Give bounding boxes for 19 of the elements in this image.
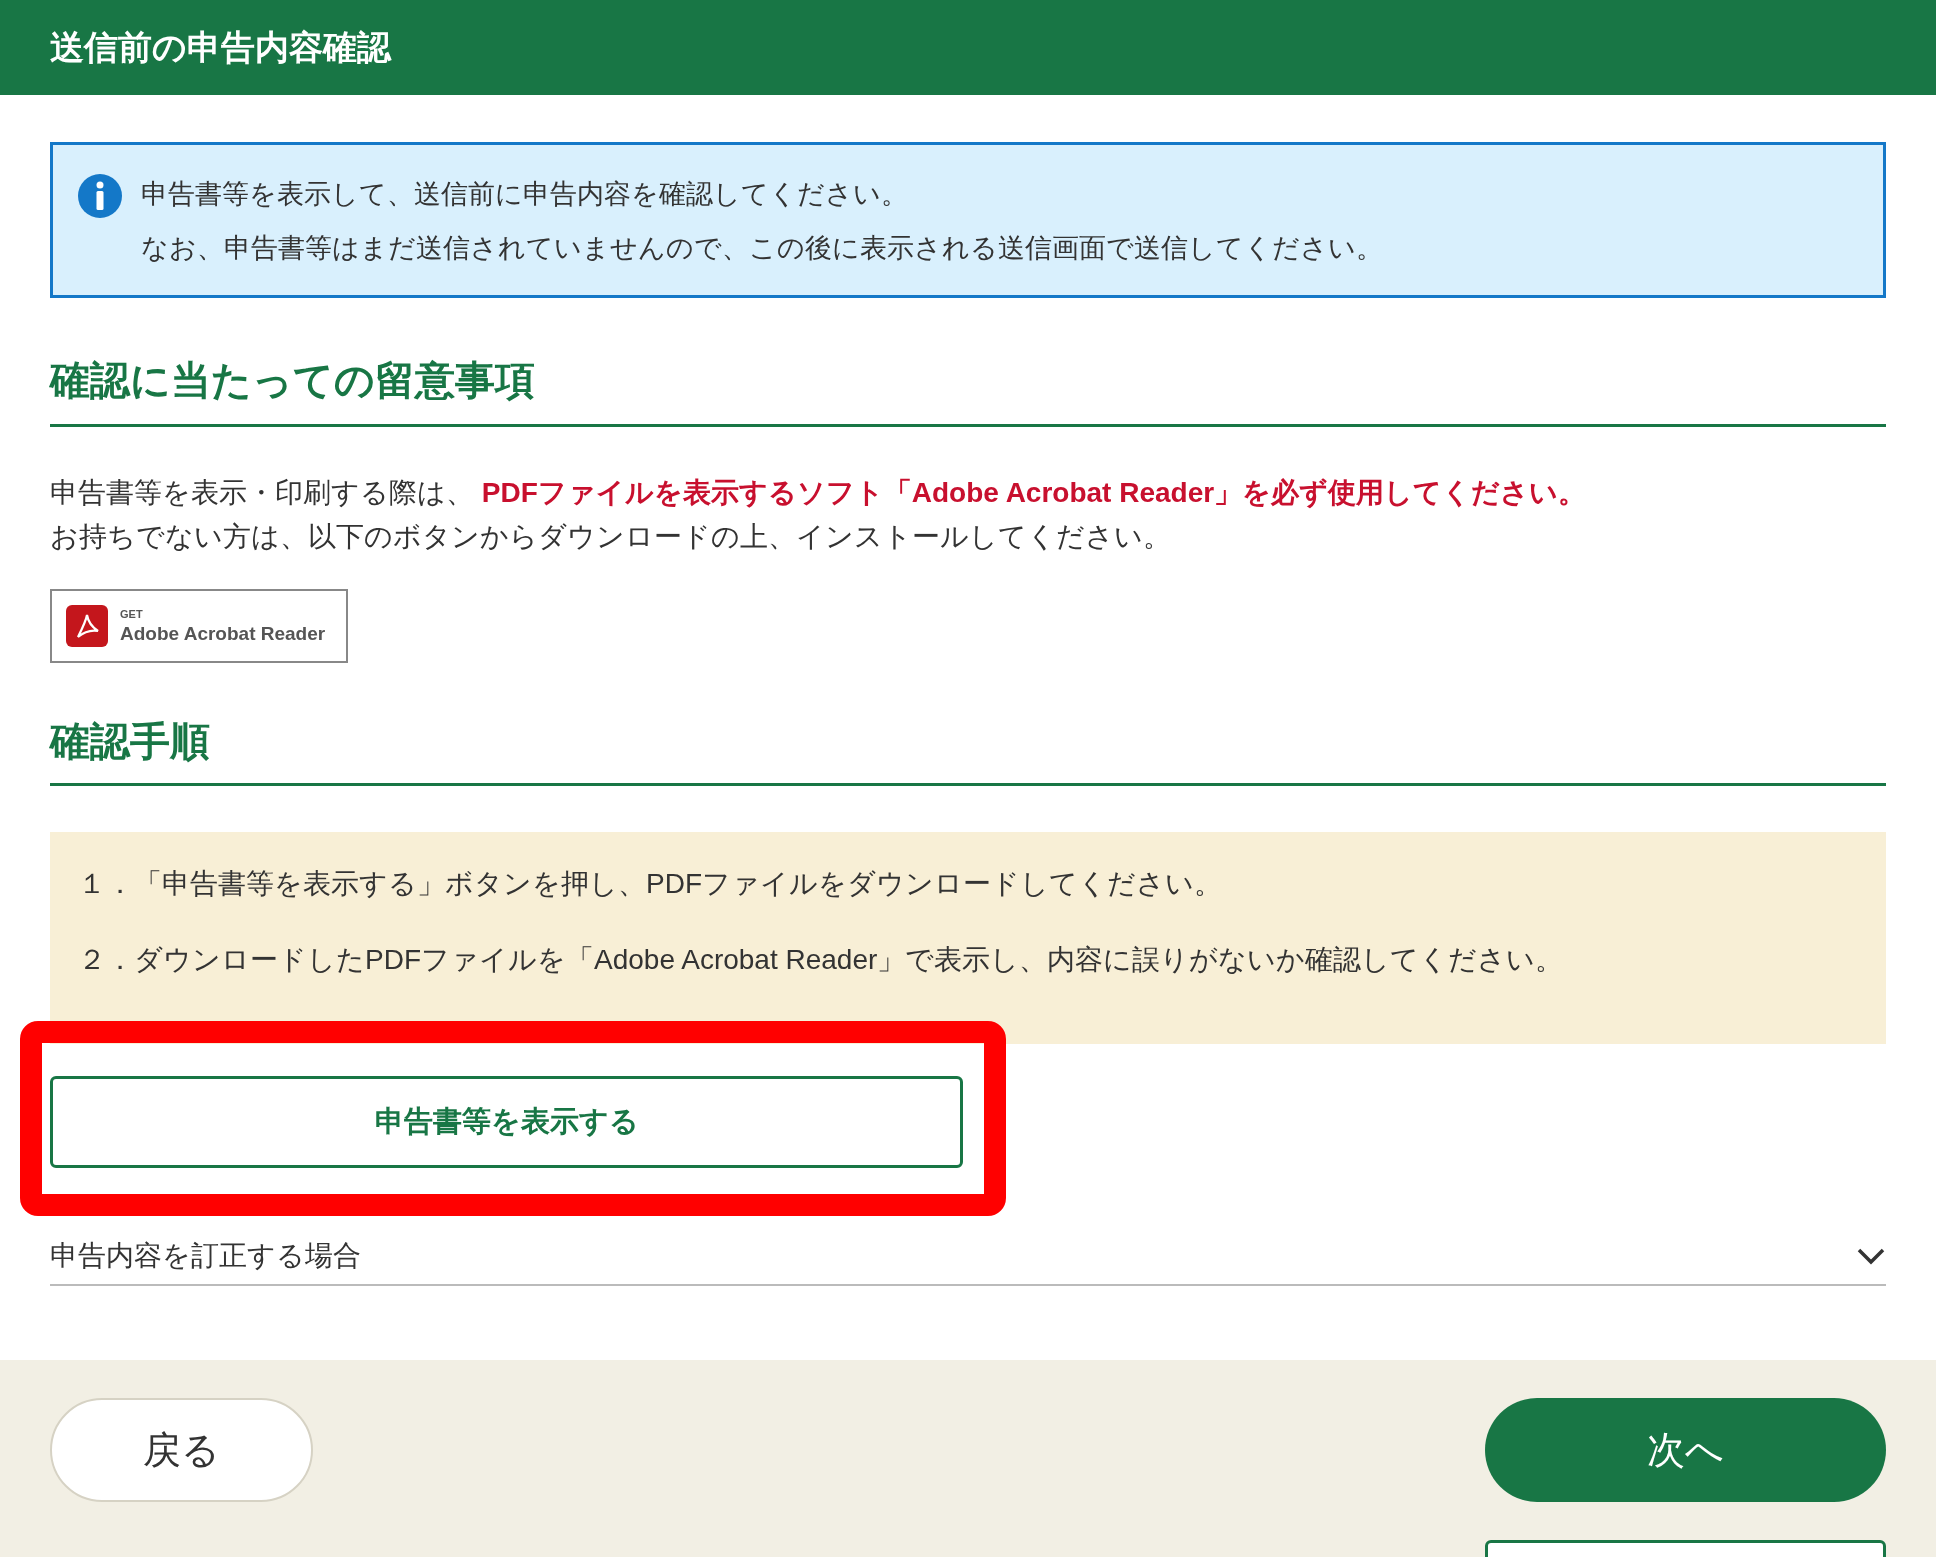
- acrobat-download-link[interactable]: GET Adobe Acrobat Reader: [50, 589, 348, 663]
- step-text: ２．ダウンロードしたPDFファイルを「Adobe Acrobat Reader」で表示し、内容に誤りがないか確認してください。: [78, 943, 1565, 977]
- page-title: 送信前の申告内容確認: [50, 27, 391, 68]
- chevron-icon: [1856, 1246, 1886, 1266]
- accordion-toggle[interactable]: 申告内容を訂正する場合: [50, 1236, 1886, 1286]
- info-text: なお、申告書等はまだ送信されていませんので、この後に表示される送信画面で送信してください。: [141, 232, 1383, 265]
- badge-small-text: GET: [120, 609, 144, 620]
- section-heading: 確認に当たっての留意事項: [50, 350, 1886, 427]
- step-text: １．「申告書等を表示する」ボタンを押し、PDFファイルをダウンロードしてください。: [78, 867, 1223, 901]
- pdf-logo-icon: [66, 605, 108, 647]
- info-text: 申告書等を表示して、送信前に申告内容を確認してください。: [141, 178, 909, 211]
- display-document-button[interactable]: 申告書等を表示する: [50, 1076, 963, 1168]
- info-icon: [77, 173, 123, 219]
- notice-text: 申告書等を表示・印刷する際は、 PDFファイルを表示するソフト「Adobe Acrobat Reader」を必ず使用してください。: [50, 476, 1588, 510]
- badge-large-text: Adobe Acrobat Reader: [120, 624, 326, 643]
- notice-text: お持ちでない方は、以下のボタンからダウンロードの上、インストールしてください。: [50, 520, 1172, 554]
- section-heading: 確認手順: [50, 711, 1886, 786]
- back-button[interactable]: 戻る: [50, 1398, 313, 1502]
- next-button[interactable]: 次へ: [1485, 1398, 1886, 1502]
